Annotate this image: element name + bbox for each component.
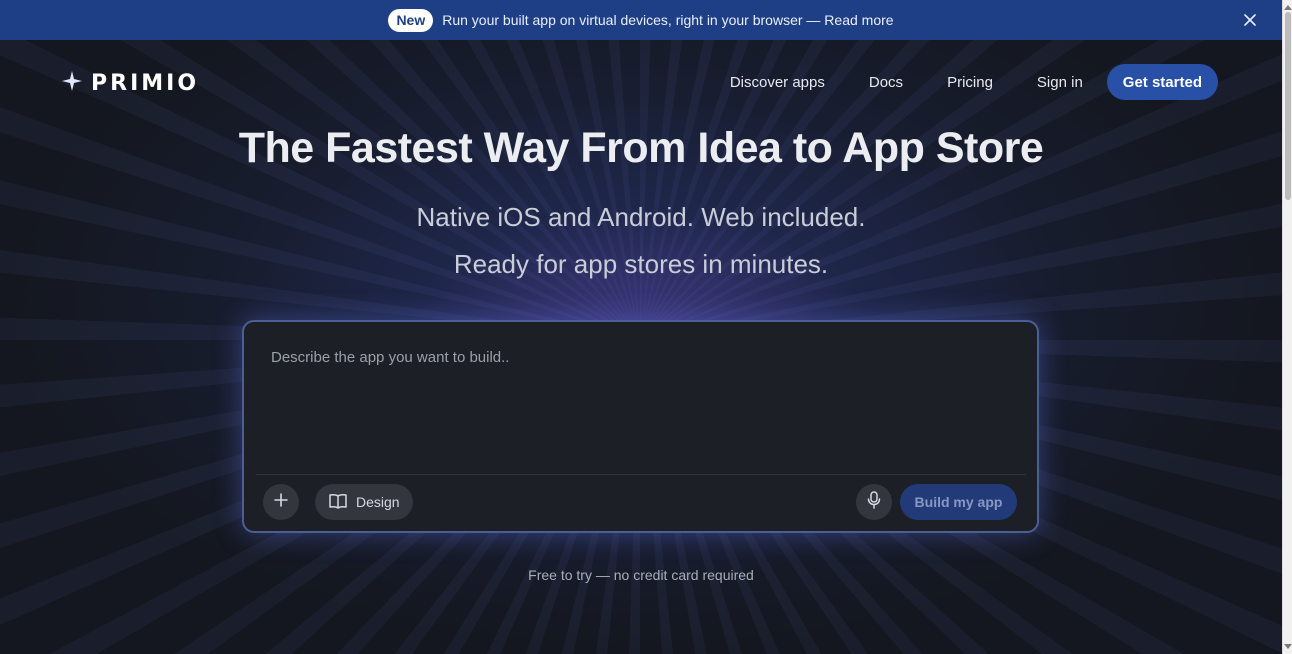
hero-subtitle-line2: Ready for app stores in minutes.	[453, 249, 829, 279]
add-attachment-button[interactable]	[263, 484, 299, 520]
prompt-divider	[256, 474, 1026, 475]
nav-link-pricing[interactable]: Pricing	[947, 74, 993, 91]
build-my-app-button[interactable]: Build my app	[900, 484, 1017, 520]
nav-link-discover-apps[interactable]: Discover apps	[730, 74, 825, 91]
nav-links: Discover apps Docs Pricing Sign in Get s…	[730, 64, 1218, 100]
design-button-label: Design	[356, 494, 400, 510]
app-description-input[interactable]	[271, 349, 1011, 459]
hero-subtitle-line1: Native iOS and Android. Web included.	[416, 202, 866, 232]
new-badge: New	[388, 8, 434, 32]
page-title: The Fastest Way From Idea to App Store	[238, 124, 1044, 172]
free-trial-note: Free to try — no credit card required	[528, 567, 754, 583]
nav-link-docs[interactable]: Docs	[869, 74, 903, 91]
voice-input-button[interactable]	[856, 484, 892, 520]
top-nav: PRIMIO Discover apps Docs Pricing Sign i…	[0, 40, 1282, 124]
logo-wordmark: PRIMIO	[91, 71, 200, 96]
logo[interactable]: PRIMIO	[61, 70, 199, 97]
scroll-down-icon[interactable]	[1284, 642, 1292, 652]
scrollbar-thumb[interactable]	[1285, 12, 1291, 200]
design-button[interactable]: Design	[315, 484, 413, 520]
nav-link-sign-in[interactable]: Sign in	[1037, 74, 1083, 91]
book-icon	[328, 493, 348, 512]
microphone-icon	[867, 490, 881, 514]
announcement-bar: New Run your built app on virtual device…	[0, 0, 1282, 40]
get-started-button[interactable]: Get started	[1106, 64, 1218, 100]
close-icon[interactable]	[1240, 10, 1260, 30]
scroll-up-icon[interactable]	[1284, 2, 1292, 12]
plus-icon	[274, 492, 288, 512]
page-scrollbar[interactable]	[1282, 0, 1292, 654]
sparkle-icon	[61, 70, 83, 97]
app-prompt-box: Design Build my app	[242, 320, 1039, 533]
announcement-text[interactable]: Run your built app on virtual devices, r…	[442, 12, 893, 28]
